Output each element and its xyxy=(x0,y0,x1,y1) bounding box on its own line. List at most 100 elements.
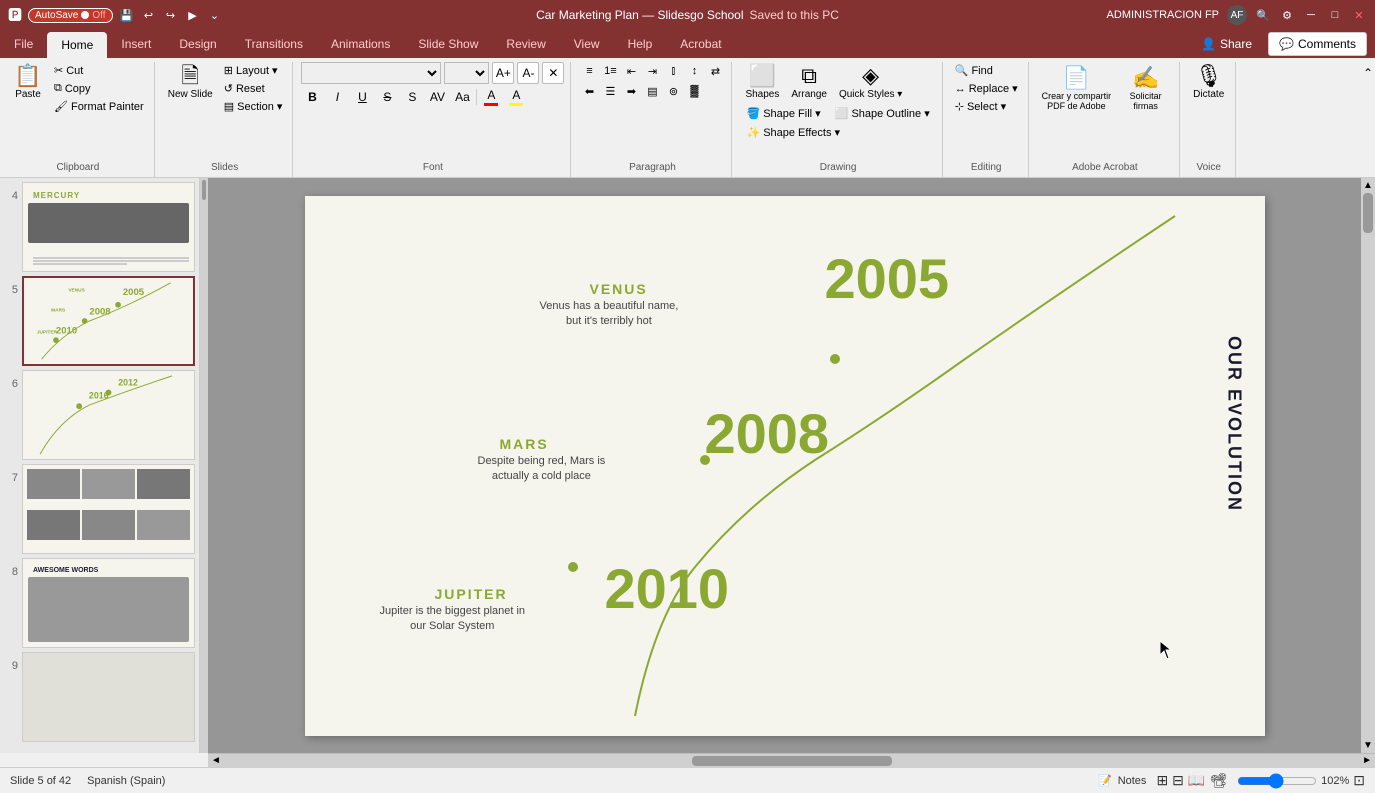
italic-button[interactable]: I xyxy=(326,86,348,108)
tab-view[interactable]: View xyxy=(560,30,614,58)
reading-view-button[interactable]: 📖 xyxy=(1188,772,1205,789)
shape-effects-button[interactable]: ✨ Shape Effects ▾ xyxy=(740,124,846,141)
restore-icon[interactable]: □ xyxy=(1327,7,1343,23)
font-size-select[interactable] xyxy=(444,62,489,84)
horizontal-scrollbar[interactable]: ◄ ► xyxy=(208,753,1375,767)
tab-acrobat[interactable]: Acrobat xyxy=(666,30,735,58)
normal-view-button[interactable]: ⊞ xyxy=(1156,772,1168,789)
replace-button[interactable]: ↔ Replace ▾ xyxy=(951,80,1022,97)
font-name-select[interactable] xyxy=(301,62,441,84)
request-signatures-button[interactable]: ✍ Solicitarfirmas xyxy=(1118,62,1173,114)
tab-file[interactable]: File xyxy=(0,30,47,58)
align-left-button[interactable]: ⬅ xyxy=(579,82,599,100)
tab-insert[interactable]: Insert xyxy=(107,30,165,58)
zoom-slider[interactable] xyxy=(1237,773,1317,789)
h-scroll-thumb[interactable] xyxy=(692,756,892,766)
text-dir-button[interactable]: ⇄ xyxy=(705,62,725,80)
tab-slideshow[interactable]: Slide Show xyxy=(404,30,492,58)
share-button[interactable]: 👤 Share xyxy=(1191,33,1262,55)
shape-outline-button[interactable]: ⬜ Shape Outline ▾ xyxy=(829,105,936,122)
new-slide-button[interactable]: 🗎 New Slide xyxy=(163,62,218,103)
present-icon[interactable]: ▶ xyxy=(185,7,201,23)
cut-button[interactable]: ✂ Cut xyxy=(50,62,148,79)
scroll-up-button[interactable]: ▲ xyxy=(1363,180,1373,191)
copy-button[interactable]: ⧉ Copy xyxy=(50,80,148,97)
slide-img-6[interactable]: 2012 2016 xyxy=(22,370,195,460)
slide-img-9[interactable] xyxy=(22,652,195,742)
convert-smartart-button[interactable]: ⊚ xyxy=(663,82,683,100)
tab-design[interactable]: Design xyxy=(165,30,230,58)
slide-img-7[interactable] xyxy=(22,464,195,554)
slide-img-8[interactable]: AWESOME WORDS xyxy=(22,558,195,648)
zoom-fit-icon[interactable]: ⊡ xyxy=(1353,772,1365,789)
font-color-button[interactable]: A xyxy=(480,86,502,108)
strikethrough-button[interactable]: S xyxy=(376,86,398,108)
customize-icon[interactable]: ⌄ xyxy=(207,7,223,23)
slide-sorter-button[interactable]: ⊟ xyxy=(1172,772,1184,789)
tab-animations[interactable]: Animations xyxy=(317,30,404,58)
align-right-button[interactable]: ➡ xyxy=(621,82,641,100)
redo-icon[interactable]: ↪ xyxy=(163,7,179,23)
highlight-button[interactable]: A xyxy=(505,86,527,108)
slide-thumb-9[interactable]: 9 xyxy=(4,652,195,742)
layout-button[interactable]: ⊞ Layout ▾ xyxy=(220,62,287,79)
tab-transitions[interactable]: Transitions xyxy=(231,30,317,58)
slide-thumb-4[interactable]: 4 MERCURY xyxy=(4,182,195,272)
right-scrollbar[interactable]: ▲ ▼ xyxy=(1361,178,1375,753)
scrollbar-thumb[interactable] xyxy=(202,180,206,200)
find-button[interactable]: 🔍 Find xyxy=(951,62,1022,79)
increase-font-button[interactable]: A+ xyxy=(492,62,514,84)
scroll-thumb[interactable] xyxy=(1363,193,1373,233)
format-painter-button[interactable]: 🖌 Format Painter xyxy=(50,98,148,115)
clear-formatting-button[interactable]: ✕ xyxy=(542,62,564,84)
justify-button[interactable]: ▤ xyxy=(642,82,662,100)
create-pdf-button[interactable]: 📄 Crear y compartirPDF de Adobe xyxy=(1037,62,1117,114)
close-icon[interactable]: ✕ xyxy=(1351,7,1367,23)
shape-fill-button[interactable]: 🪣 Shape Fill ▾ xyxy=(740,105,826,122)
char-spacing-button[interactable]: AV xyxy=(426,86,448,108)
scroll-down-button[interactable]: ▼ xyxy=(1363,740,1373,751)
slide-thumb-6[interactable]: 6 2012 2016 xyxy=(4,370,195,460)
decrease-font-button[interactable]: A- xyxy=(517,62,539,84)
notes-button[interactable]: 📝 Notes xyxy=(1098,774,1146,787)
ribbon-collapse[interactable]: ⌃ xyxy=(1363,62,1373,177)
align-center-button[interactable]: ☰ xyxy=(600,82,620,100)
columns-button[interactable]: ⫾ xyxy=(663,62,683,80)
line-spacing-button[interactable]: ↕ xyxy=(684,62,704,80)
dictate-button[interactable]: 🎙 Dictate xyxy=(1188,62,1229,103)
bullets-button[interactable]: ≡ xyxy=(579,62,599,80)
slide-panel-scrollbar[interactable] xyxy=(200,178,208,753)
slide-canvas[interactable]: VENUS Venus has a beautiful name,but it'… xyxy=(305,196,1265,736)
increase-indent-button[interactable]: ⇥ xyxy=(642,62,662,80)
presenter-view-button[interactable]: 📽 xyxy=(1209,772,1227,789)
section-button[interactable]: ▤ Section ▾ xyxy=(220,98,287,115)
slide-img-4[interactable]: MERCURY xyxy=(22,182,195,272)
quick-styles-button[interactable]: ◈ Quick Styles ▾ xyxy=(834,62,907,103)
tab-home[interactable]: Home xyxy=(47,32,107,58)
autosave-toggle[interactable]: AutoSave Off xyxy=(28,8,113,23)
shapes-button[interactable]: ⬜ Shapes xyxy=(740,62,784,103)
search-titlebar-icon[interactable]: 🔍 xyxy=(1255,7,1271,23)
scroll-right-button[interactable]: ► xyxy=(1359,755,1375,766)
text-shadow-button[interactable]: ▓ xyxy=(684,82,704,100)
save-icon[interactable]: 💾 xyxy=(119,7,135,23)
paste-button[interactable]: 📋 Paste xyxy=(8,62,48,103)
change-case-button[interactable]: Aa xyxy=(451,86,473,108)
settings-icon[interactable]: ⚙ xyxy=(1279,7,1295,23)
tab-review[interactable]: Review xyxy=(492,30,559,58)
decrease-indent-button[interactable]: ⇤ xyxy=(621,62,641,80)
undo-icon[interactable]: ↩ xyxy=(141,7,157,23)
numbering-button[interactable]: 1≡ xyxy=(600,62,620,80)
tab-help[interactable]: Help xyxy=(614,30,667,58)
select-button[interactable]: ⊹ Select ▾ xyxy=(951,98,1022,115)
scroll-left-button[interactable]: ◄ xyxy=(208,755,224,766)
comments-button[interactable]: 💬 Comments xyxy=(1268,32,1367,56)
underline-button[interactable]: U xyxy=(351,86,373,108)
reset-button[interactable]: ↺ Reset xyxy=(220,80,287,97)
minimize-icon[interactable]: ─ xyxy=(1303,7,1319,23)
slide-thumb-8[interactable]: 8 AWESOME WORDS xyxy=(4,558,195,648)
shadow-button[interactable]: S xyxy=(401,86,423,108)
arrange-button[interactable]: ⧉ Arrange xyxy=(786,62,832,103)
slide-img-5[interactable]: 2005 2008 2010 VENUS MARS JUPITER xyxy=(22,276,195,366)
slide-thumb-5[interactable]: 5 2005 2008 2010 VENUS MARS JUPITER xyxy=(4,276,195,366)
